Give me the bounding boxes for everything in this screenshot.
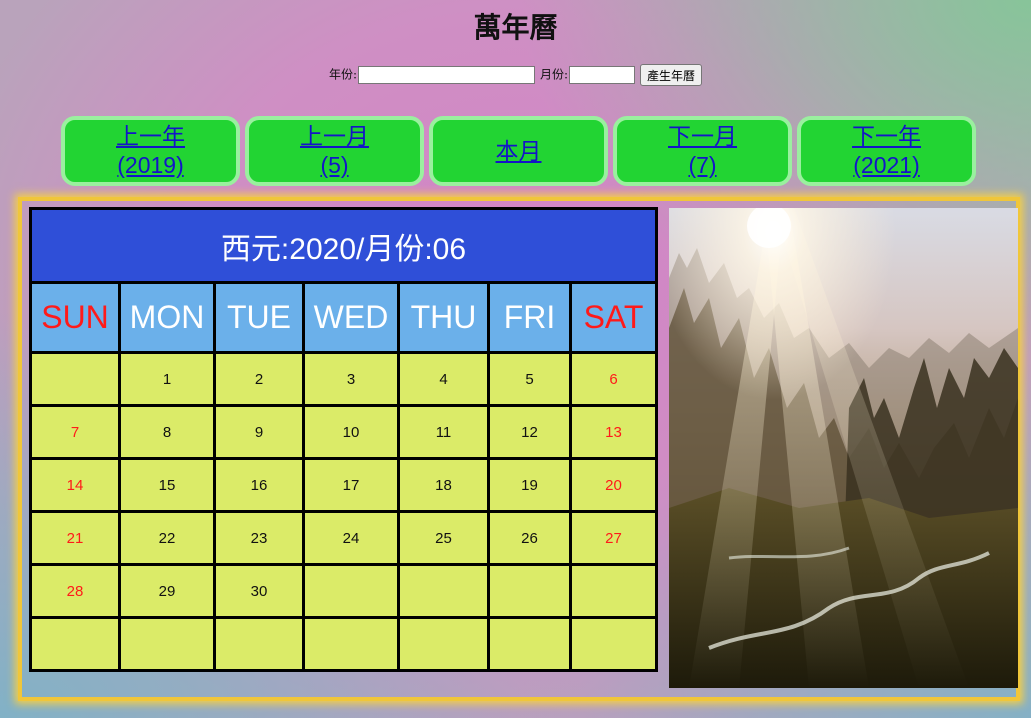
day-cell	[487, 616, 572, 672]
day-cell	[487, 563, 572, 619]
day-cell: 28	[29, 563, 121, 619]
month-label: 月份:	[539, 67, 569, 82]
week-row: 1 2 3 4 5 6	[29, 351, 658, 407]
week-row: 14 15 16 17 18 19 20	[29, 457, 658, 513]
prev-month-label: 上一月	[300, 123, 369, 149]
day-cell	[569, 563, 658, 619]
year-input[interactable]	[357, 66, 535, 84]
day-cell	[302, 563, 400, 619]
day-cell	[29, 616, 121, 672]
prev-month-link[interactable]: 上一月 (5)	[245, 116, 424, 186]
day-cell: 6	[569, 351, 658, 407]
this-month-link[interactable]: 本月	[429, 116, 608, 186]
weekday-mon: MON	[118, 281, 216, 354]
next-year-value: (2021)	[853, 152, 920, 178]
day-cell: 2	[213, 351, 305, 407]
week-row: 21 22 23 24 25 26 27	[29, 510, 658, 566]
day-cell: 23	[213, 510, 305, 566]
weekday-wed: WED	[302, 281, 400, 354]
day-cell: 24	[302, 510, 400, 566]
year-label: 年份:	[328, 67, 357, 82]
weekday-thu: THU	[397, 281, 490, 354]
day-cell: 10	[302, 404, 400, 460]
day-cell: 27	[569, 510, 658, 566]
day-cell: 15	[118, 457, 216, 513]
calendar-table: 西元:2020/月份:06 SUN MON TUE WED THU FRI SA…	[29, 207, 658, 672]
calendar-form: 年份: 月份: 產生年曆	[0, 64, 1031, 86]
weekday-fri: FRI	[487, 281, 572, 354]
next-year-link[interactable]: 下一年 (2021)	[797, 116, 976, 186]
day-cell: 1	[118, 351, 216, 407]
day-cell: 4	[397, 351, 490, 407]
day-cell: 14	[29, 457, 121, 513]
next-month-link[interactable]: 下一月 (7)	[613, 116, 792, 186]
prev-year-link[interactable]: 上一年 (2019)	[61, 116, 240, 186]
day-cell: 25	[397, 510, 490, 566]
next-month-value: (7)	[688, 152, 717, 178]
day-cell: 7	[29, 404, 121, 460]
generate-calendar-button[interactable]: 產生年曆	[640, 64, 703, 86]
week-row: 28 29 30	[29, 563, 658, 619]
day-cell	[302, 616, 400, 672]
prev-month-value: (5)	[320, 152, 349, 178]
day-cell: 3	[302, 351, 400, 407]
day-cell: 11	[397, 404, 490, 460]
calendar-header: 西元:2020/月份:06	[29, 207, 658, 284]
weekday-sun: SUN	[29, 281, 121, 354]
weekday-sat: SAT	[569, 281, 658, 354]
day-cell: 5	[487, 351, 572, 407]
day-cell: 29	[118, 563, 216, 619]
day-cell	[29, 351, 121, 407]
day-cell: 26	[487, 510, 572, 566]
page-title: 萬年曆	[473, 11, 558, 44]
prev-year-value: (2019)	[117, 152, 184, 178]
day-cell	[213, 616, 305, 672]
day-cell: 8	[118, 404, 216, 460]
day-cell: 9	[213, 404, 305, 460]
week-row	[29, 616, 658, 672]
day-cell: 18	[397, 457, 490, 513]
day-cell: 17	[302, 457, 400, 513]
day-cell	[397, 616, 490, 672]
week-row: 7 8 9 10 11 12 13	[29, 404, 658, 460]
day-cell: 13	[569, 404, 658, 460]
next-year-label: 下一年	[852, 123, 921, 149]
this-month-label: 本月	[495, 137, 542, 164]
day-cell	[569, 616, 658, 672]
day-cell: 16	[213, 457, 305, 513]
day-cell: 12	[487, 404, 572, 460]
weekday-tue: TUE	[213, 281, 305, 354]
weekday-row: SUN MON TUE WED THU FRI SAT	[29, 281, 658, 354]
day-cell: 22	[118, 510, 216, 566]
day-cell: 21	[29, 510, 121, 566]
prev-year-label: 上一年	[116, 123, 185, 149]
day-cell: 30	[213, 563, 305, 619]
day-cell: 20	[569, 457, 658, 513]
landscape-photo	[669, 208, 1018, 688]
month-input[interactable]	[569, 66, 636, 84]
next-month-label: 下一月	[668, 123, 737, 149]
day-cell: 19	[487, 457, 572, 513]
day-cell	[118, 616, 216, 672]
day-cell	[397, 563, 490, 619]
